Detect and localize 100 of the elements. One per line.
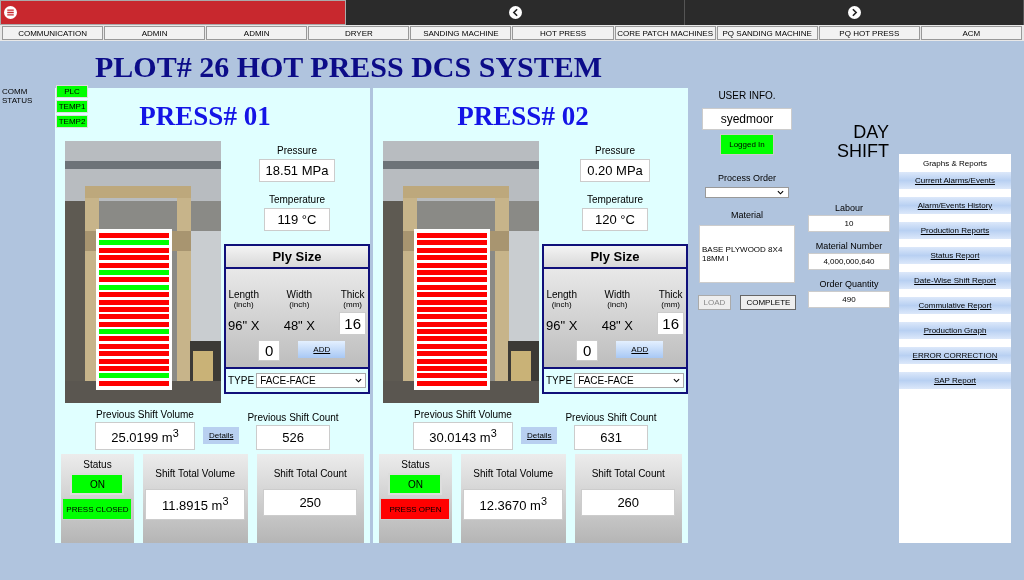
dimension-label: Width — [604, 289, 631, 300]
caret-icon — [355, 378, 362, 383]
nav-tab[interactable]: ADMIN — [206, 26, 308, 40]
labour-value: 10 — [808, 215, 890, 232]
report-link[interactable]: Alarm/Events History — [899, 197, 1011, 214]
order-quantity-value: 490 — [808, 291, 890, 308]
material-number-value: 4,000,000,640 — [808, 253, 890, 270]
report-link[interactable]: Current Alarms/Events — [899, 172, 1011, 189]
dimension-value: 96" X — [546, 318, 578, 333]
unit-label: (mm) — [661, 300, 680, 309]
material-field[interactable]: BASE PLYWOOD 8X4 18MM I — [699, 225, 795, 283]
page-title: PLOT# 26 HOT PRESS DCS SYSTEM — [95, 49, 604, 85]
top-nav-button[interactable] — [0, 0, 346, 25]
type-value: FACE-FACE — [578, 375, 634, 386]
reports-title: Graphs & Reports — [922, 158, 988, 170]
pressure-value: 0.20 MPa — [580, 159, 650, 182]
shift-volume-label: Shift Total Volume — [155, 468, 236, 480]
temperature-label: Temperature — [586, 194, 644, 205]
type-label: TYPE — [228, 375, 255, 386]
status-indicator: PLC — [56, 85, 88, 98]
dimension-label: Thick — [340, 289, 365, 300]
nav-tab[interactable]: COMMUNICATION — [2, 26, 104, 40]
unit-label: (inch) — [289, 300, 310, 309]
dimension-value: 48" X — [601, 318, 633, 333]
type-dropdown[interactable]: FACE-FACE — [256, 373, 366, 388]
press-state-indicator: PRESS OPEN — [380, 498, 451, 521]
type-value: FACE-FACE — [260, 375, 316, 386]
count-field[interactable]: 0 — [258, 340, 281, 361]
previous-count-label: Previous Shift Count — [247, 412, 339, 424]
material-label: Material — [731, 210, 763, 220]
shift-count-value: 260 — [581, 489, 676, 517]
report-link[interactable]: ERROR CORRECTION — [899, 347, 1011, 364]
labour-label: Labour — [835, 203, 863, 213]
count-field[interactable]: 0 — [576, 340, 599, 361]
shift-count-value: 250 — [263, 489, 358, 517]
nav-tab[interactable]: ACM — [920, 26, 1022, 40]
temperature-value: 120 °C — [582, 208, 648, 231]
thickness-field[interactable]: 16 — [339, 312, 366, 335]
type-dropdown[interactable]: FACE-FACE — [574, 373, 684, 388]
pressure-label: Pressure — [277, 145, 317, 156]
details-link[interactable]: Details — [203, 427, 240, 445]
dimension-label: Length — [546, 289, 577, 300]
thickness-field[interactable]: 16 — [657, 312, 684, 335]
nav-tab[interactable]: PQ SANDING MACHINE — [716, 26, 818, 40]
details-link[interactable]: Details — [521, 427, 558, 445]
shift-label: DAY SHIFT — [836, 123, 889, 161]
nav-tab[interactable]: SANDING MACHINE — [410, 26, 512, 40]
complete-button[interactable]: COMPLETE — [740, 295, 797, 310]
status-indicator: ON — [70, 473, 125, 496]
report-link[interactable]: Production Reports — [899, 222, 1011, 239]
nav-tab[interactable]: DRYER — [308, 26, 410, 40]
dimension-label: Length — [228, 289, 259, 300]
comm-status-label: COMM STATUS — [2, 87, 34, 107]
dimension-label: Width — [286, 289, 313, 300]
report-link[interactable]: Commulative Report — [899, 297, 1011, 314]
status-indicator: ON — [388, 473, 443, 496]
ply-size-title: Ply Size — [544, 246, 686, 269]
login-status: Logged In — [720, 134, 774, 155]
nav-tab[interactable]: PQ HOT PRESS — [818, 26, 920, 40]
process-order-dropdown[interactable] — [705, 187, 789, 198]
previous-volume-label: Previous Shift Volume — [414, 409, 512, 420]
add-button[interactable]: ADD — [616, 340, 664, 358]
add-button[interactable]: ADD — [298, 340, 346, 358]
user-info-label: USER INFO. — [718, 90, 776, 101]
previous-volume-value: 25.0199 m$^{3}$ — [95, 422, 195, 451]
status-indicator: TEMP2 — [56, 115, 88, 128]
shift-count-label: Shift Total Count — [591, 468, 665, 480]
press-state-indicator: PRESS CLOSED — [62, 498, 133, 521]
order-quantity-label: Order Quantity — [819, 279, 879, 289]
previous-volume-value: 30.0143 m$^{3}$ — [413, 422, 513, 451]
press-title: PRESS# 02 — [457, 101, 589, 131]
dimension-value: 96" X — [228, 318, 260, 333]
report-link[interactable]: SAP Report — [899, 372, 1011, 389]
temperature-value: 119 °C — [264, 208, 330, 231]
report-link[interactable]: Date-Wise Shift Report — [899, 272, 1011, 289]
unit-label: (inch) — [233, 300, 254, 309]
nav-tab[interactable]: ADMIN — [104, 26, 206, 40]
status-indicator: TEMP1 — [56, 100, 88, 113]
report-link[interactable]: Status Report — [899, 247, 1011, 264]
caret-icon — [777, 190, 784, 195]
type-label: TYPE — [546, 375, 573, 386]
material-number-label: Material Number — [815, 241, 883, 251]
unit-label: (inch) — [551, 300, 572, 309]
status-label: Status — [401, 459, 430, 471]
shift-volume-label: Shift Total Volume — [473, 468, 554, 480]
caret-icon — [673, 378, 680, 383]
temperature-label: Temperature — [268, 194, 326, 205]
nav-tab[interactable]: CORE PATCH MACHINES — [614, 26, 716, 40]
nav-tab[interactable]: HOT PRESS — [512, 26, 614, 40]
shift-count-label: Shift Total Count — [273, 468, 347, 480]
previous-volume-label: Previous Shift Volume — [96, 409, 194, 420]
report-link[interactable]: Production Graph — [899, 322, 1011, 339]
shift-volume-value: 11.8915 m$^{3}$ — [145, 489, 246, 520]
dimension-label: Thick — [658, 289, 683, 300]
unit-label: (inch) — [607, 300, 628, 309]
previous-count-value: 631 — [574, 425, 649, 451]
previous-count-value: 526 — [256, 425, 331, 451]
back-icon — [508, 6, 522, 19]
unit-label: (mm) — [343, 300, 362, 309]
menu-icon — [4, 6, 17, 19]
